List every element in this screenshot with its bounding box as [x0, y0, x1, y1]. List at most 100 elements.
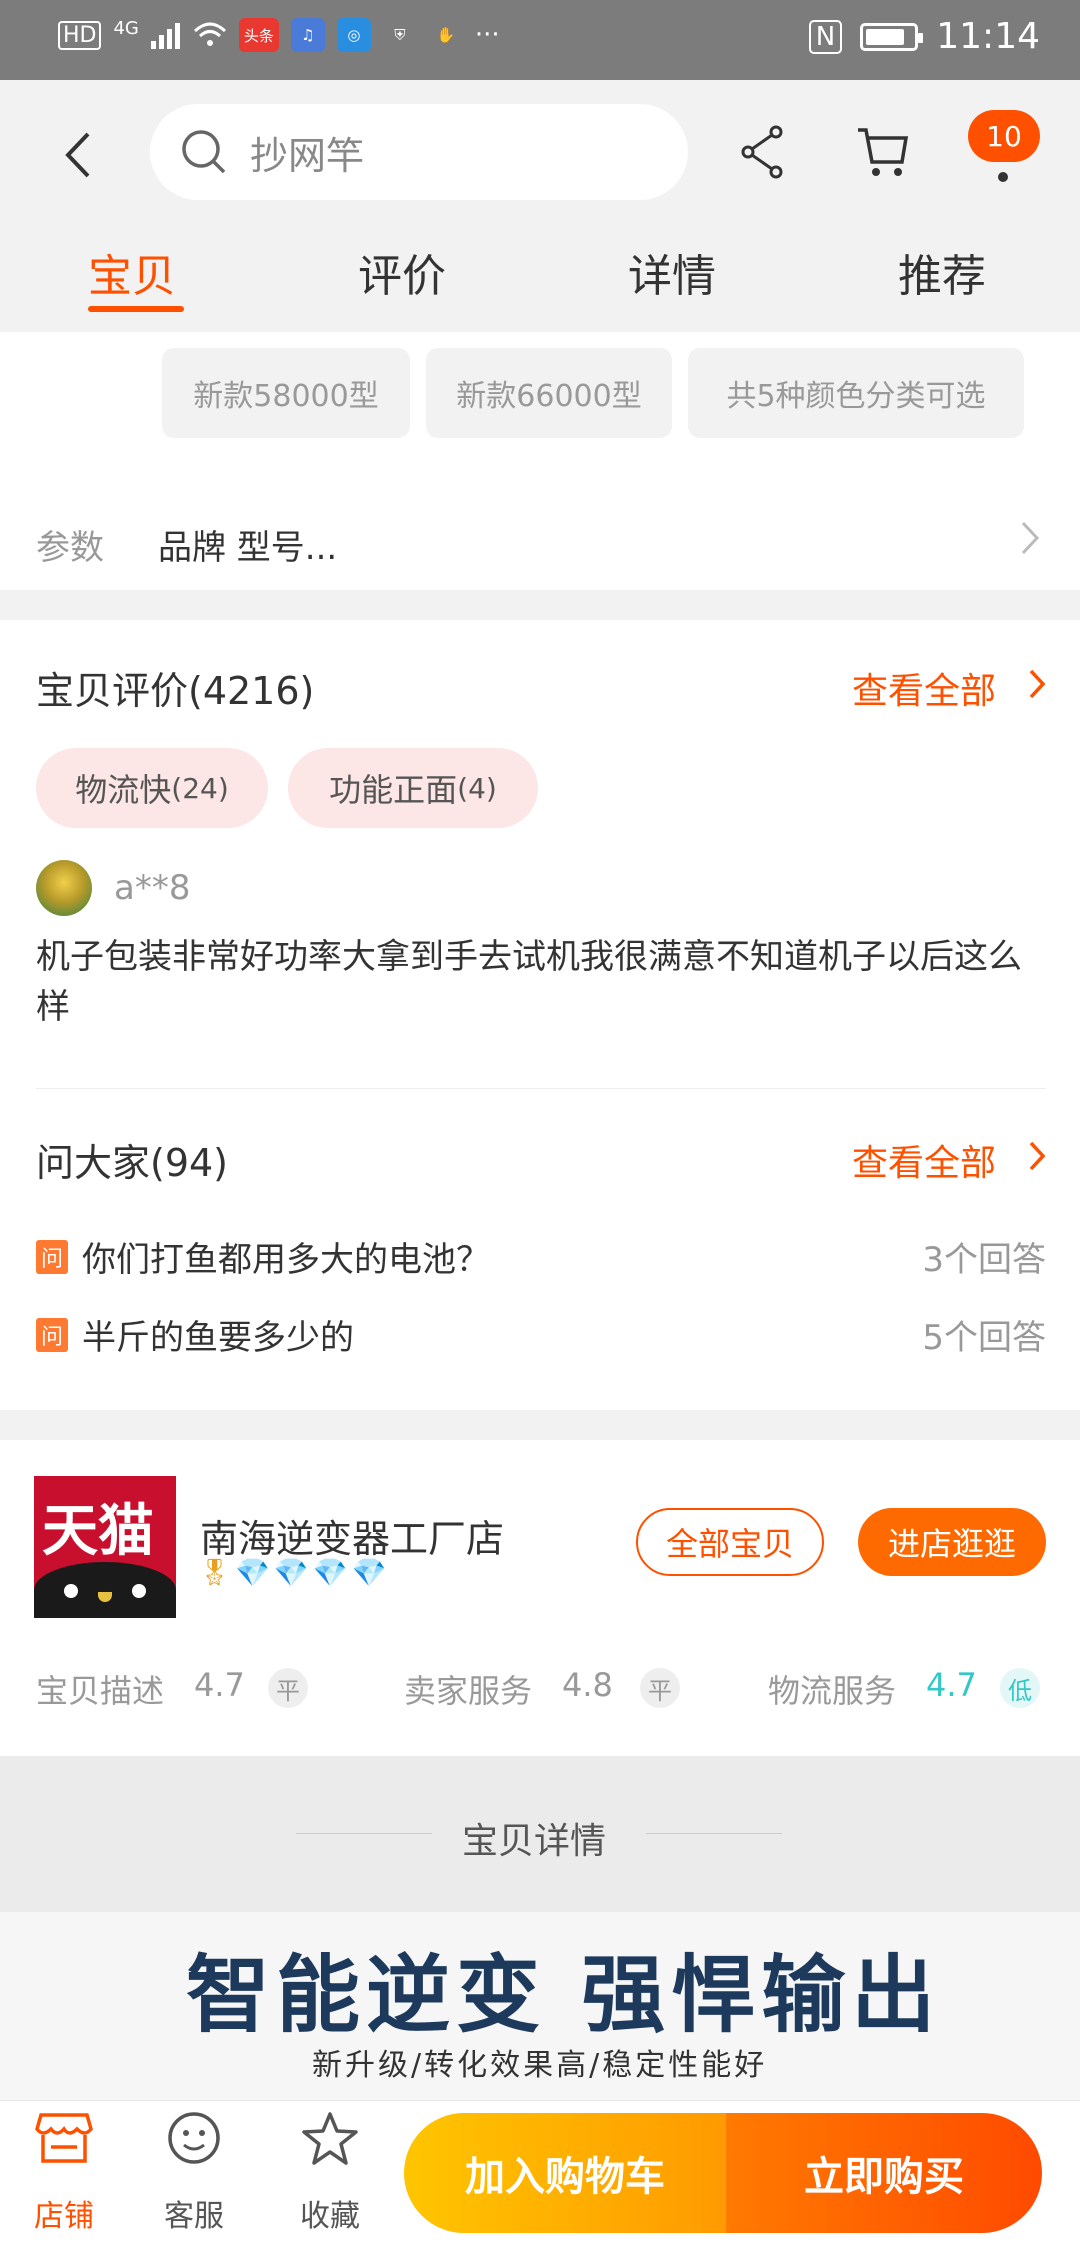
clock: 11:14 — [936, 16, 1040, 57]
sku-chip[interactable]: 新款58000型 — [162, 348, 410, 438]
shop-name[interactable]: 南海逆变器工厂店 — [200, 1508, 504, 1563]
tab-details[interactable]: 详情 — [628, 240, 716, 304]
shop-section: 天猫 南海逆变器工厂店 🎖 💎 💎 💎 💎 全部宝贝 进店逛逛 宝贝描述 4.7… — [0, 1440, 1080, 1756]
chevron-right-icon — [1021, 521, 1040, 555]
music-app-icon: ♫ — [290, 18, 325, 52]
detail-header: 宝贝详情 — [0, 1756, 1080, 1912]
search-bar[interactable]: 抄网竿 — [150, 104, 688, 200]
reviews-view-all[interactable]: 查看全部 — [852, 662, 996, 714]
diamond-icon: 💎 — [312, 1556, 348, 1589]
params-row[interactable]: 参数 品牌 型号... — [0, 502, 1080, 582]
favorite-tab[interactable]: 收藏 — [270, 2111, 390, 2235]
review-tag[interactable]: 功能正面 (4) — [288, 748, 538, 828]
shop-tab-label: 店铺 — [34, 2199, 94, 2234]
shop-logo-text: 天猫 — [42, 1499, 154, 1564]
star-icon — [302, 2112, 358, 2165]
qa-tag: 问 — [36, 1240, 68, 1274]
sku-section: 新款58000型 新款66000型 共5种颜色分类可选 参数 品牌 型号... — [0, 332, 1080, 590]
rating-level: 低 — [1000, 1668, 1040, 1708]
banner-title: 智能逆变 强悍输出 — [186, 1946, 942, 2044]
rating-item: 物流服务 4.7 低 — [768, 1664, 1058, 1712]
qa-answers: 5个回答 — [922, 1318, 1046, 1358]
status-bar: HD 4G 头条 ♫ ◎ ⛨ ✋ ··· N 11:14 — [0, 0, 1080, 80]
news-app-icon: 头条 — [238, 18, 279, 52]
rating-score: 4.8 — [562, 1666, 613, 1704]
detail-title: 宝贝详情 — [462, 1821, 607, 1862]
banner-subtitle: 新升级/转化效果高/稳定性能好 — [312, 2048, 768, 2083]
search-query: 抄网竿 — [250, 133, 365, 178]
chevron-right-icon[interactable] — [1028, 1140, 1046, 1172]
share-icon[interactable] — [738, 124, 786, 180]
review-text: 机子包装非常好功率大拿到手去试机我很满意不知道机子以后这么样 — [36, 937, 1022, 1027]
service-tab[interactable]: 客服 — [134, 2111, 254, 2235]
tab-recommend[interactable]: 推荐 — [898, 240, 986, 304]
params-label: 参数 — [36, 528, 104, 568]
cart-icon[interactable] — [856, 124, 910, 180]
review-tag[interactable]: 物流快 (24) — [36, 748, 268, 828]
bottom-action-bar: 店铺 客服 收藏 加入购物车 立即购买 — [0, 2100, 1080, 2244]
qa-title: 问大家(94) — [36, 1141, 229, 1185]
tmall-cat-icon — [34, 1562, 176, 1618]
qa-question: 半斤的鱼要多少的 — [82, 1318, 354, 1358]
qa-item[interactable]: 问 你们打鱼都用多大的电池？ 3个回答 — [36, 1232, 1046, 1282]
signal-icon — [150, 23, 180, 49]
active-tab-indicator — [88, 306, 184, 312]
diamond-icon: 💎 — [235, 1556, 270, 1589]
qa-item[interactable]: 问 半斤的鱼要多少的 5个回答 — [36, 1310, 1046, 1360]
review-tag-name: 物流快 — [75, 771, 172, 809]
rating-label: 物流服务 — [768, 1672, 897, 1710]
tab-item[interactable]: 宝贝 — [88, 240, 176, 304]
store-icon — [35, 2113, 93, 2163]
reviewer-name: a**8 — [114, 868, 191, 908]
shield-icon: ⛨ — [394, 26, 406, 44]
add-to-cart-button[interactable]: 加入购物车 — [404, 2113, 726, 2233]
review-tag-name: 功能正面 — [329, 771, 458, 809]
qa-question: 你们打鱼都用多大的电池？ — [82, 1240, 490, 1280]
browser-app-icon: ◎ — [336, 18, 371, 52]
shop-level: 🎖 💎 💎 💎 💎 — [198, 1556, 387, 1589]
rating-item: 宝贝描述 4.7 平 — [36, 1664, 336, 1712]
sku-chip[interactable]: 共5种颜色分类可选 — [688, 348, 1024, 438]
rating-level: 平 — [268, 1668, 308, 1708]
header: 抄网竿 10 宝贝 评价 详情 推荐 — [0, 80, 1080, 332]
back-icon[interactable] — [60, 130, 100, 180]
shop-tab[interactable]: 店铺 — [4, 2111, 124, 2235]
rating-score: 4.7 — [926, 1666, 977, 1704]
nfc-icon: N — [808, 19, 843, 54]
rating-level: 平 — [640, 1668, 680, 1708]
reviews-title: 宝贝评价(4216) — [36, 669, 315, 713]
more-badge[interactable]: 10 — [968, 110, 1040, 162]
more-dot-icon[interactable] — [998, 172, 1008, 182]
search-icon — [182, 130, 226, 174]
all-items-button[interactable]: 全部宝贝 — [636, 1508, 824, 1576]
hd-indicator: HD — [58, 20, 102, 50]
rating-score: 4.7 — [194, 1666, 245, 1704]
product-banner: 智能逆变 强悍输出 新升级/转化效果高/稳定性能好 — [0, 1912, 1080, 2100]
network-label: 4G — [113, 17, 139, 39]
sku-chip[interactable]: 新款66000型 — [426, 348, 672, 438]
divider — [296, 1833, 432, 1834]
chevron-right-icon[interactable] — [1028, 668, 1046, 700]
divider — [646, 1833, 782, 1834]
favorite-tab-label: 收藏 — [300, 2199, 360, 2234]
tab-reviews[interactable]: 评价 — [358, 240, 446, 304]
shop-logo[interactable]: 天猫 — [34, 1476, 176, 1618]
qa-answers: 3个回答 — [922, 1240, 1046, 1280]
qa-view-all[interactable]: 查看全部 — [852, 1134, 996, 1186]
wifi-icon — [193, 22, 226, 46]
more-notifications: ··· — [474, 20, 500, 50]
review-tag-count: (24) — [171, 771, 229, 805]
hand-icon: ✋ — [436, 26, 456, 44]
buy-now-button[interactable]: 立即购买 — [726, 2113, 1042, 2233]
review-tag-count: (4) — [457, 771, 497, 805]
medal-icon: 🎖 — [198, 1557, 232, 1588]
service-tab-label: 客服 — [164, 2199, 224, 2234]
service-icon — [168, 2112, 220, 2164]
reviews-section: 宝贝评价(4216) 查看全部 物流快 (24) 功能正面 (4) a**8 机子包… — [0, 620, 1080, 1410]
enter-shop-button[interactable]: 进店逛逛 — [858, 1508, 1046, 1576]
diamond-icon: 💎 — [351, 1556, 387, 1589]
qa-tag: 问 — [36, 1318, 68, 1352]
rating-label: 卖家服务 — [404, 1672, 533, 1710]
diamond-icon: 💎 — [273, 1556, 309, 1589]
divider — [36, 1088, 1046, 1089]
